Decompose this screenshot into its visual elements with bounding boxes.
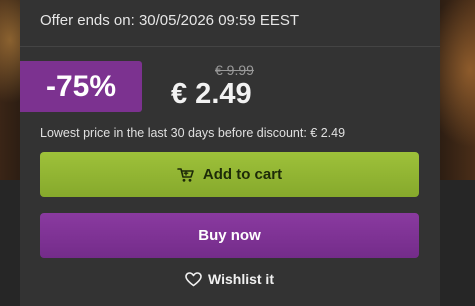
current-price: € 2.49 bbox=[171, 78, 252, 110]
buy-now-label: Buy now bbox=[198, 227, 261, 244]
lowest-price-note: Lowest price in the last 30 days before … bbox=[40, 126, 346, 140]
heart-icon bbox=[185, 271, 202, 287]
offer-ends-text: Offer ends on: 30/05/2026 09:59 EEST bbox=[40, 12, 300, 29]
add-to-cart-label: Add to cart bbox=[202, 166, 283, 183]
wishlist-label: Wishlist it bbox=[208, 271, 274, 287]
cart-icon bbox=[177, 167, 195, 183]
add-to-cart-button[interactable]: Add to cart bbox=[40, 152, 419, 197]
original-price: € 9.99 bbox=[215, 62, 254, 78]
divider bbox=[20, 46, 440, 47]
buy-now-button[interactable]: Buy now bbox=[40, 213, 419, 258]
wishlist-button[interactable]: Wishlist it bbox=[40, 268, 419, 290]
discount-badge: -75% bbox=[20, 61, 142, 112]
